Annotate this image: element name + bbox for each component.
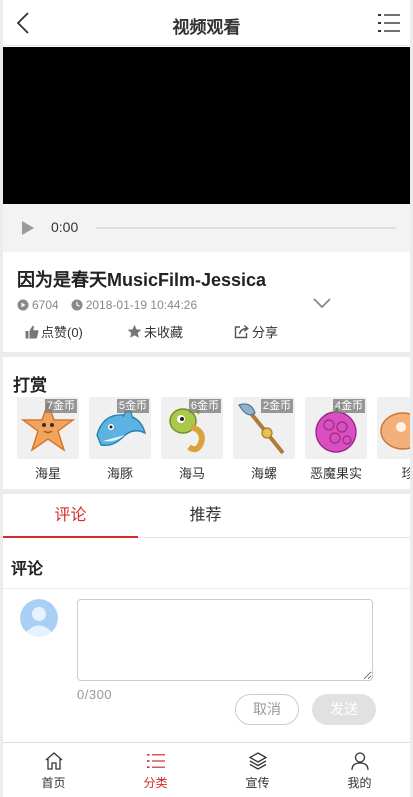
- thumbs-up-icon: [25, 325, 39, 338]
- app-screen: 视频观看 0:00 因为是春天MusicFilm-Jessica 6704 20…: [3, 0, 410, 797]
- collect-button[interactable]: 未收藏: [127, 322, 183, 341]
- gift-item-starfish[interactable]: 7金币 海星: [17, 397, 79, 483]
- player-controls: 0:00: [3, 204, 410, 252]
- gift-list[interactable]: 7金币 海星 5金币 海豚 6金币 海马 2金币 海螺 4金币 恶魔果实 珍: [17, 397, 410, 487]
- gift-name: 海星: [34, 466, 61, 481]
- share-button[interactable]: 分享: [234, 322, 278, 341]
- cancel-button[interactable]: 取消: [235, 694, 299, 725]
- gift-item-pearl[interactable]: 珍: [377, 397, 410, 483]
- gift-item-devil-fruit[interactable]: 4金币 恶魔果实: [305, 397, 367, 483]
- gift-price: 6金币: [188, 399, 221, 413]
- avatar: [20, 599, 58, 637]
- gift-item-seahorse[interactable]: 6金币 海马: [161, 397, 223, 483]
- comment-input[interactable]: [77, 599, 373, 681]
- video-title: 因为是春天MusicFilm-Jessica: [17, 270, 267, 290]
- view-count-icon: [17, 299, 29, 311]
- category-icon: [147, 754, 165, 768]
- gift-item-conch[interactable]: 2金币 海螺: [233, 397, 295, 483]
- playback-time: 0:00: [51, 219, 79, 235]
- user-avatar-icon: [20, 599, 58, 637]
- tab-comments[interactable]: 评论: [3, 494, 138, 538]
- like-label: 点赞(0): [41, 325, 83, 340]
- video-meta: 6704 2018-01-19 10:44:26: [17, 298, 197, 312]
- gift-item-dolphin[interactable]: 5金币 海豚: [89, 397, 151, 483]
- gift-name: 海马: [178, 466, 205, 481]
- share-icon: [234, 324, 249, 339]
- send-button[interactable]: 发送: [312, 694, 376, 725]
- top-nav-bar: 视频观看: [3, 0, 410, 46]
- tabbar-label: 分类: [143, 776, 168, 790]
- gift-name: 珍: [401, 466, 410, 481]
- comment-section: 评论 0/300 取消 发送: [3, 539, 410, 742]
- gift-name: 海豚: [106, 466, 133, 481]
- video-player[interactable]: [3, 47, 410, 204]
- gift-price: 4金币: [332, 399, 365, 413]
- publish-time: 2018-01-19 10:44:26: [85, 298, 198, 312]
- gift-price: 7金币: [44, 399, 77, 413]
- divider: [3, 588, 410, 589]
- tabbar-label: 首页: [41, 776, 66, 790]
- char-counter: 0/300: [77, 687, 113, 702]
- play-icon[interactable]: [21, 220, 35, 236]
- gift-price: 5金币: [116, 399, 149, 413]
- shell-icon: [380, 412, 410, 450]
- layers-icon: [248, 752, 268, 770]
- star-icon: [127, 324, 142, 338]
- progress-track[interactable]: [96, 227, 396, 229]
- view-count: 6704: [32, 298, 59, 312]
- content-tabs: 评论 推荐: [3, 494, 410, 538]
- home-icon: [45, 752, 63, 770]
- tab-recommend[interactable]: 推荐: [138, 494, 273, 538]
- chevron-down-icon[interactable]: [312, 296, 332, 310]
- like-button[interactable]: 点赞(0): [25, 322, 83, 341]
- collect-label: 未收藏: [144, 325, 184, 340]
- tabbar-label: 我的: [347, 776, 372, 790]
- user-icon: [351, 752, 369, 771]
- video-actions: 点赞(0) 未收藏 分享: [3, 322, 410, 344]
- clock-icon: [71, 299, 83, 311]
- tabbar-item-home[interactable]: 首页: [3, 743, 104, 797]
- reward-title: 打赏: [13, 376, 47, 395]
- bottom-tab-bar: 首页 分类 宣传 我的: [3, 742, 410, 797]
- tabbar-item-promo[interactable]: 宣传: [207, 743, 308, 797]
- tabbar-label: 宣传: [245, 776, 270, 790]
- share-label: 分享: [252, 325, 279, 340]
- tabbar-item-profile[interactable]: 我的: [309, 743, 410, 797]
- page-title: 视频观看: [172, 18, 241, 37]
- tabbar-item-category[interactable]: 分类: [105, 743, 206, 797]
- comment-title: 评论: [11, 561, 44, 578]
- gift-price: 2金币: [260, 399, 293, 413]
- video-info: 因为是春天MusicFilm-Jessica 6704 2018-01-19 1…: [3, 252, 410, 352]
- list-menu-icon[interactable]: [376, 10, 402, 36]
- gift-name: 海螺: [250, 466, 277, 481]
- gift-image: [377, 397, 410, 459]
- gift-name: 恶魔果实: [309, 466, 362, 481]
- reward-section: 打赏 7金币 海星 5金币 海豚 6金币 海马 2金币 海螺 4金币 恶魔果实 …: [3, 357, 410, 489]
